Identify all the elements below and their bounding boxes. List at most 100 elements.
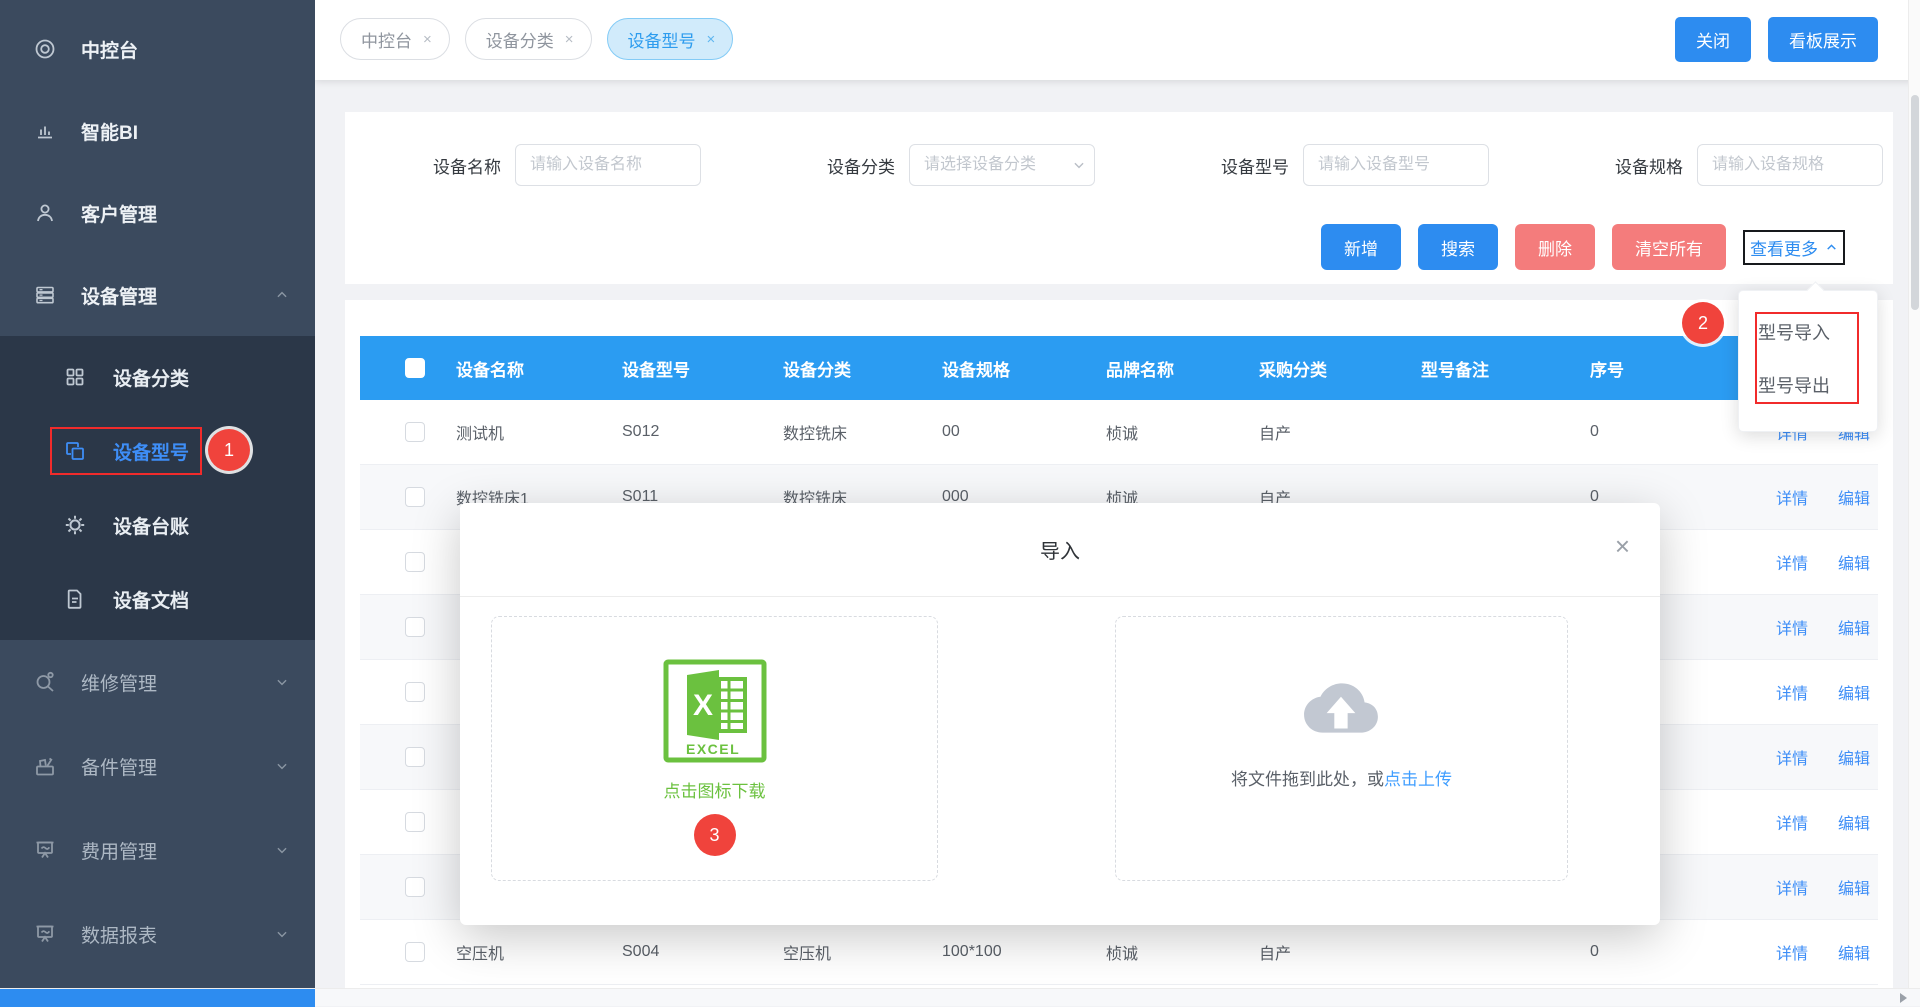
sidebar-item-device-model[interactable]: 设备型号 bbox=[0, 414, 315, 488]
detail-link[interactable]: 详情 bbox=[1776, 485, 1808, 509]
device-model-input[interactable] bbox=[1303, 144, 1489, 186]
sidebar-item-spares[interactable]: 备件管理 bbox=[0, 724, 315, 808]
sidebar-item-reports[interactable]: 数据报表 bbox=[0, 892, 315, 976]
horizontal-scrollbar[interactable] bbox=[0, 988, 1920, 1006]
tab-close-icon[interactable]: × bbox=[423, 32, 432, 47]
cell-category: 数控铣床 bbox=[767, 420, 926, 444]
detail-link[interactable]: 详情 bbox=[1776, 550, 1808, 574]
row-checkbox[interactable] bbox=[405, 617, 425, 637]
detail-link[interactable]: 详情 bbox=[1776, 810, 1808, 834]
cloud-upload-icon bbox=[1302, 677, 1382, 739]
sidebar-item-label: 设备台账 bbox=[113, 512, 189, 539]
presentation-board-icon bbox=[33, 922, 57, 946]
detail-link[interactable]: 详情 bbox=[1776, 680, 1808, 704]
row-checkbox[interactable] bbox=[405, 877, 425, 897]
edit-link[interactable]: 编辑 bbox=[1838, 940, 1870, 964]
click-upload-link[interactable]: 点击上传 bbox=[1384, 770, 1452, 789]
sidebar-item-label: 维修管理 bbox=[81, 669, 157, 696]
row-checkbox[interactable] bbox=[405, 747, 425, 767]
upload-hint: 将文件拖到此处，或点击上传 bbox=[1231, 765, 1452, 790]
upload-hint-text: 将文件拖到此处，或 bbox=[1231, 770, 1384, 789]
device-category-select[interactable] bbox=[909, 144, 1095, 186]
sidebar-item-customers[interactable]: 客户管理 bbox=[0, 172, 315, 254]
filter-panel: 设备名称 设备分类 设备型号 设备规格 新增 搜索 删除 清空所有 查看更多 bbox=[345, 112, 1893, 284]
annotation-step-2: 2 bbox=[1682, 302, 1724, 344]
device-spec-input[interactable] bbox=[1697, 144, 1883, 186]
edit-link[interactable]: 编辑 bbox=[1838, 875, 1870, 899]
tab-device-model[interactable]: 设备型号 × bbox=[607, 18, 734, 60]
detail-link[interactable]: 详情 bbox=[1776, 745, 1808, 769]
grid-icon bbox=[63, 365, 87, 389]
vertical-scrollbar[interactable] bbox=[1908, 0, 1920, 988]
sidebar-item-devices[interactable]: 设备管理 bbox=[0, 254, 315, 336]
sidebar-item-expenses[interactable]: 费用管理 bbox=[0, 808, 315, 892]
col-header-serial: 序号 bbox=[1574, 356, 1714, 381]
edit-link[interactable]: 编辑 bbox=[1838, 550, 1870, 574]
col-header-brand: 品牌名称 bbox=[1090, 356, 1243, 381]
search-button[interactable]: 搜索 bbox=[1418, 224, 1498, 270]
close-button[interactable]: 关闭 bbox=[1675, 17, 1751, 62]
filter-label: 设备型号 bbox=[1221, 153, 1289, 178]
edit-link[interactable]: 编辑 bbox=[1838, 485, 1870, 509]
sidebar-item-device-category[interactable]: 设备分类 bbox=[0, 340, 315, 414]
row-checkbox[interactable] bbox=[405, 422, 425, 442]
col-header-note: 型号备注 bbox=[1405, 356, 1574, 381]
tab-device-category[interactable]: 设备分类 × bbox=[465, 18, 592, 60]
edit-link[interactable]: 编辑 bbox=[1838, 810, 1870, 834]
sidebar-item-bi[interactable]: 智能BI bbox=[0, 90, 315, 172]
select-all-checkbox[interactable] bbox=[405, 358, 425, 378]
sidebar-item-device-docs[interactable]: 设备文档 bbox=[0, 562, 315, 636]
sidebar-item-label: 智能BI bbox=[81, 118, 138, 145]
table-row: 测试机 S012 数控铣床 00 桢诚 自产 0 详情编辑 bbox=[360, 400, 1878, 465]
add-button[interactable]: 新增 bbox=[1321, 224, 1401, 270]
sidebar-item-console[interactable]: 中控台 bbox=[0, 8, 315, 90]
edit-link[interactable]: 编辑 bbox=[1838, 680, 1870, 704]
cell-serial: 0 bbox=[1574, 943, 1714, 961]
excel-icon[interactable]: X EXCEL bbox=[663, 659, 767, 763]
delete-button[interactable]: 删除 bbox=[1515, 224, 1595, 270]
template-download-panel[interactable]: X EXCEL 点击图标下载 3 bbox=[491, 616, 938, 881]
row-checkbox[interactable] bbox=[405, 487, 425, 507]
sidebar-item-repair[interactable]: 维修管理 bbox=[0, 640, 315, 724]
modal-header: 导入 × bbox=[460, 503, 1660, 597]
row-checkbox[interactable] bbox=[405, 682, 425, 702]
vertical-scrollbar-thumb[interactable] bbox=[1911, 95, 1919, 310]
menu-item-model-import[interactable]: 型号导入 bbox=[1739, 305, 1877, 358]
edit-link[interactable]: 编辑 bbox=[1838, 615, 1870, 639]
sidebar-item-label: 费用管理 bbox=[81, 837, 157, 864]
detail-link[interactable]: 详情 bbox=[1776, 940, 1808, 964]
device-name-input[interactable] bbox=[515, 144, 701, 186]
filter-device-model: 设备型号 bbox=[1221, 144, 1489, 186]
gear-icon bbox=[63, 513, 87, 537]
row-checkbox[interactable] bbox=[405, 942, 425, 962]
cell-purchase: 自产 bbox=[1243, 420, 1405, 444]
tab-close-icon[interactable]: × bbox=[707, 32, 716, 47]
clear-all-button[interactable]: 清空所有 bbox=[1612, 224, 1726, 270]
scroll-right-arrow-icon[interactable] bbox=[1900, 993, 1907, 1003]
magnifier-gear-icon bbox=[33, 670, 57, 694]
sidebar: 中控台 智能BI 客户管理 设备管理 设备分类 bbox=[0, 0, 315, 988]
board-display-button[interactable]: 看板展示 bbox=[1768, 17, 1878, 62]
cell-spec: 100*100 bbox=[926, 943, 1090, 961]
detail-link[interactable]: 详情 bbox=[1776, 615, 1808, 639]
console-icon bbox=[33, 37, 57, 61]
view-more-link[interactable]: 查看更多 bbox=[1743, 230, 1845, 265]
import-modal: 导入 × X EXCEL 点击图标下载 3 将文件拖到此处，或点击上传 bbox=[460, 503, 1660, 925]
excel-letter: X bbox=[692, 689, 712, 722]
chevron-up-icon bbox=[275, 288, 289, 302]
upload-dropzone[interactable]: 将文件拖到此处，或点击上传 bbox=[1115, 616, 1568, 881]
edit-link[interactable]: 编辑 bbox=[1838, 745, 1870, 769]
tab-console[interactable]: 中控台 × bbox=[340, 18, 450, 60]
row-checkbox[interactable] bbox=[405, 812, 425, 832]
download-hint[interactable]: 点击图标下载 bbox=[664, 777, 766, 802]
tab-label: 中控台 bbox=[361, 27, 412, 52]
close-icon[interactable]: × bbox=[1615, 533, 1630, 559]
sidebar-item-label: 数据报表 bbox=[81, 921, 157, 948]
row-checkbox[interactable] bbox=[405, 552, 425, 572]
detail-link[interactable]: 详情 bbox=[1776, 875, 1808, 899]
tab-close-icon[interactable]: × bbox=[565, 32, 574, 47]
annotation-step-1: 1 bbox=[208, 429, 250, 471]
sidebar-item-device-ledger[interactable]: 设备台账 bbox=[0, 488, 315, 562]
horizontal-scrollbar-thumb[interactable] bbox=[0, 989, 315, 1007]
menu-item-model-export[interactable]: 型号导出 bbox=[1739, 358, 1877, 411]
